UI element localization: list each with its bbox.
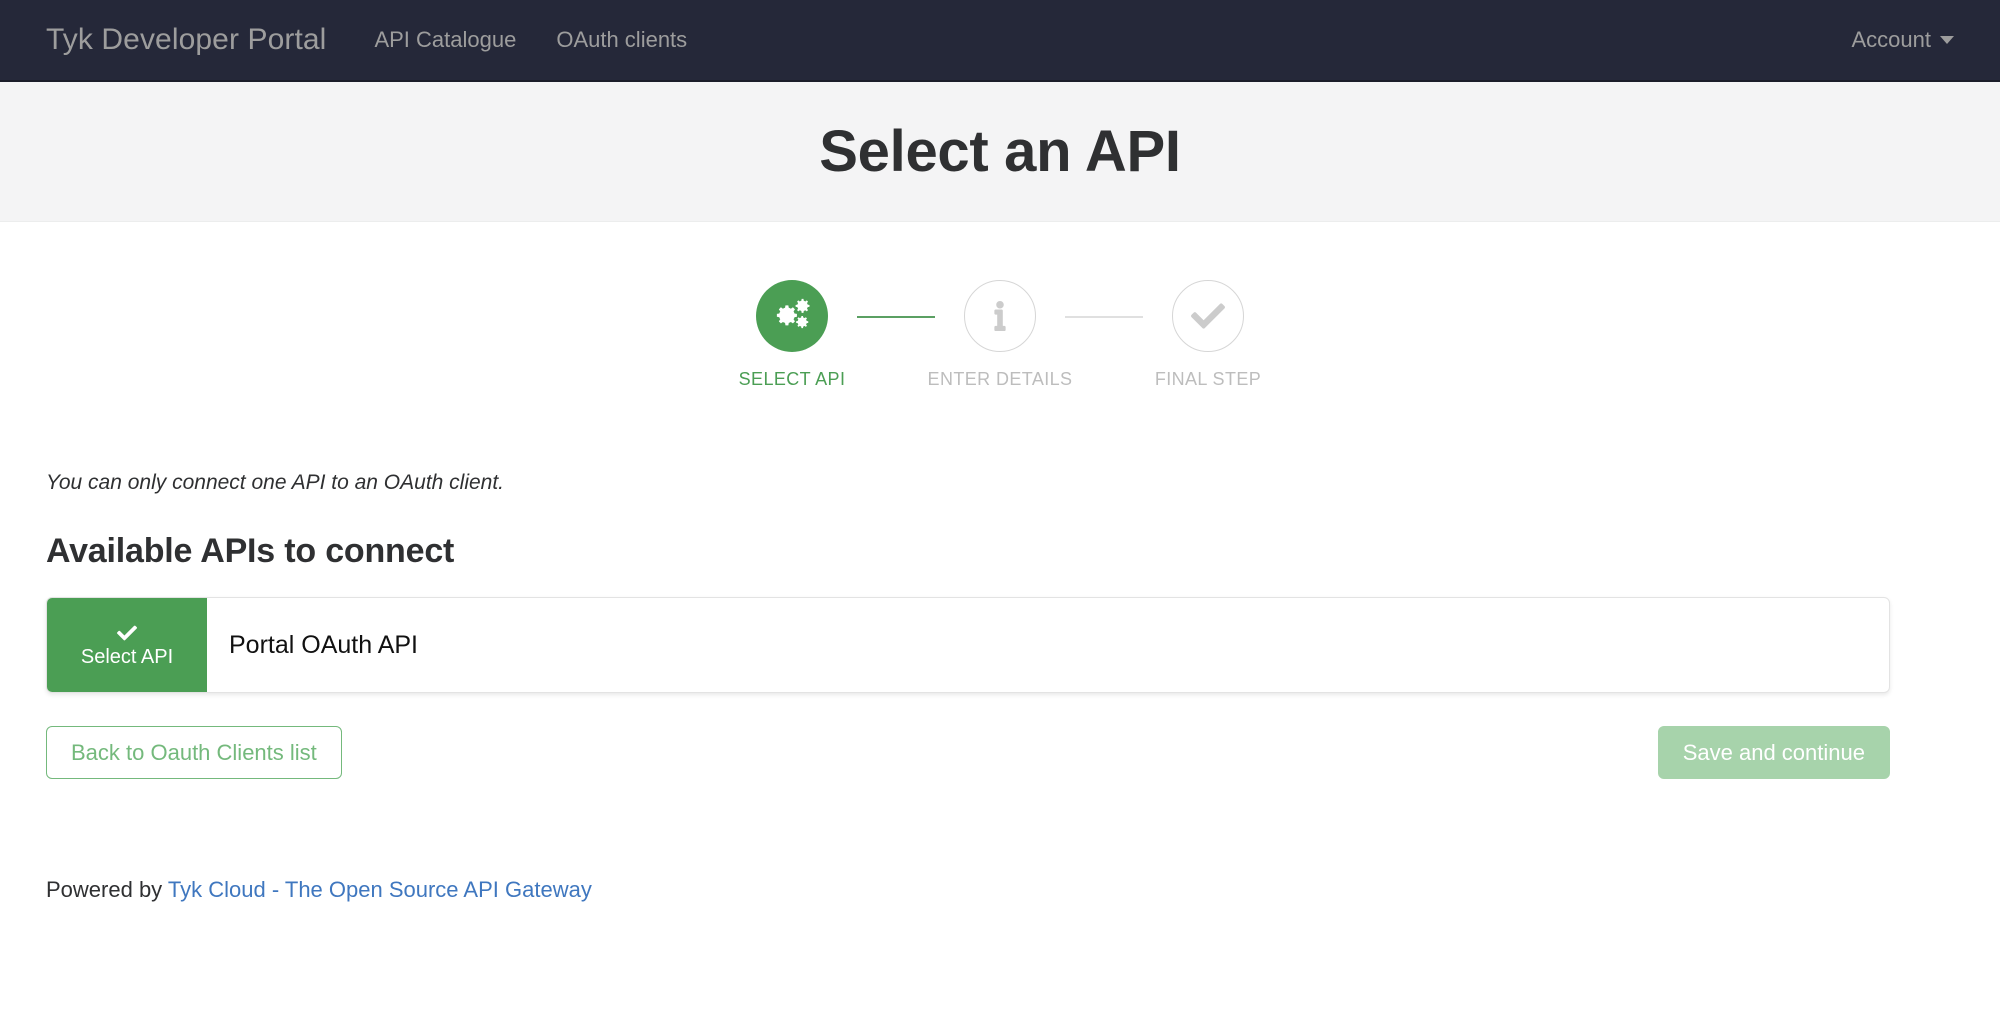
- navbar-links: API Catalogue OAuth clients: [374, 27, 687, 53]
- nav-link-oauth-clients[interactable]: OAuth clients: [556, 27, 687, 53]
- select-api-button-label: Select API: [81, 647, 173, 667]
- api-list-item: Select API Portal OAuth API: [46, 597, 1890, 693]
- info-icon: [985, 301, 1015, 331]
- page-header-band: Select an API: [0, 82, 2000, 222]
- save-and-continue-button[interactable]: Save and continue: [1658, 726, 1890, 779]
- navbar-brand[interactable]: Tyk Developer Portal: [46, 23, 326, 57]
- step-enter-details[interactable]: ENTER DETAILS: [935, 280, 1065, 390]
- footer: Powered by Tyk Cloud - The Open Source A…: [46, 877, 1954, 903]
- step-final-step[interactable]: FINAL STEP: [1143, 280, 1273, 390]
- api-name: Portal OAuth API: [207, 598, 418, 692]
- stepper-connector-2: [1065, 316, 1143, 318]
- step-final-step-circle: [1172, 280, 1244, 352]
- step-final-step-label: FINAL STEP: [1155, 369, 1261, 390]
- footer-prefix: Powered by: [46, 877, 168, 902]
- caret-down-icon: [1940, 36, 1954, 44]
- step-select-api-circle: [756, 280, 828, 352]
- account-menu-label: Account: [1852, 27, 1932, 53]
- account-menu[interactable]: Account: [1852, 27, 1955, 53]
- stepper-connector-1: [857, 316, 935, 318]
- step-enter-details-label: ENTER DETAILS: [928, 369, 1073, 390]
- step-enter-details-circle: [964, 280, 1036, 352]
- top-navbar: Tyk Developer Portal API Catalogue OAuth…: [0, 0, 2000, 82]
- action-buttons-row: Back to Oauth Clients list Save and cont…: [46, 726, 1890, 779]
- back-to-oauth-clients-button[interactable]: Back to Oauth Clients list: [46, 726, 342, 779]
- page-title: Select an API: [819, 118, 1180, 185]
- main-content: You can only connect one API to an OAuth…: [0, 471, 2000, 903]
- section-title-available-apis: Available APIs to connect: [46, 532, 1954, 571]
- check-icon: [114, 623, 140, 643]
- wizard-stepper-wrapper: SELECT API ENTER DETAILS FINAL STEP: [0, 222, 2000, 390]
- check-icon: [1191, 299, 1225, 333]
- cogs-icon: [774, 298, 810, 334]
- step-select-api[interactable]: SELECT API: [727, 280, 857, 390]
- select-api-button[interactable]: Select API: [47, 598, 207, 692]
- info-note: You can only connect one API to an OAuth…: [46, 471, 1954, 495]
- wizard-stepper: SELECT API ENTER DETAILS FINAL STEP: [727, 280, 1273, 390]
- nav-link-api-catalogue[interactable]: API Catalogue: [374, 27, 516, 53]
- step-select-api-label: SELECT API: [739, 369, 846, 390]
- footer-link-tyk-cloud[interactable]: Tyk Cloud - The Open Source API Gateway: [168, 877, 592, 902]
